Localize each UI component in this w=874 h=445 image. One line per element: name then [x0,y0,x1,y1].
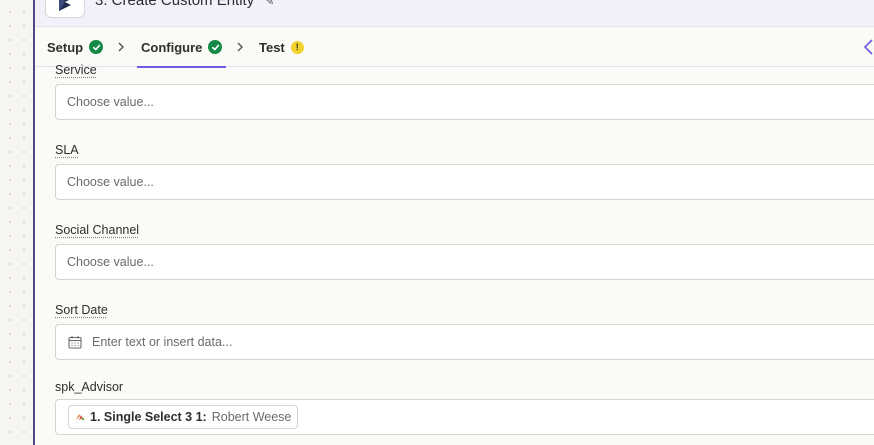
tab-test-label: Test [259,39,285,55]
field-label-sort-date: Sort Date [55,303,108,317]
data-pill-name: 1. Single Select 3 1: [90,410,207,424]
step-header: 3. Create Custom Entity ✎ [35,0,874,27]
service-select[interactable]: Choose value... [55,84,874,120]
app-logo-icon [76,414,85,420]
chevron-right-icon [118,42,124,52]
field-label-sla: SLA [55,143,79,157]
sort-date-placeholder: Enter text or insert data... [92,335,233,349]
social-channel-placeholder: Choose value... [67,255,154,269]
service-placeholder: Choose value... [67,95,154,109]
warning-circle-icon: ! [290,40,304,54]
check-circle-icon [89,40,104,54]
tab-configure-label: Configure [141,39,203,55]
tab-setup[interactable]: Setup [47,27,104,67]
social-channel-select[interactable]: Choose value... [55,244,874,280]
canvas-background [0,0,33,445]
pencil-icon[interactable]: ✎ [264,0,274,8]
calendar-icon [68,336,82,349]
dynamics-logo-icon [45,0,85,18]
field-label-service: Service [55,63,97,77]
sla-placeholder: Choose value... [67,175,154,189]
sort-date-input[interactable]: Enter text or insert data... [55,324,874,360]
sparkle-icon[interactable] [862,39,874,55]
check-circle-icon [208,40,223,54]
tab-configure[interactable]: Configure [136,27,227,68]
step-tabs: Setup Configure Test ! [35,27,874,68]
data-pill[interactable]: 1. Single Select 3 1: Robert Weese [68,405,299,429]
tab-test[interactable]: Test ! [259,27,304,67]
step-title-text: 3. Create Custom Entity [95,0,255,9]
field-label-spk-advisor: spk_Advisor [55,380,124,394]
field-label-social-channel: Social Channel [55,223,140,237]
spk-advisor-input[interactable]: 1. Single Select 3 1: Robert Weese [55,399,874,435]
chevron-right-icon [237,42,243,52]
data-pill-value: Robert Weese [211,410,292,424]
step-editor-panel: 3. Create Custom Entity ✎ Setup Configur… [35,0,874,445]
tab-setup-label: Setup [47,39,84,55]
step-title[interactable]: 3. Create Custom Entity ✎ [95,0,274,9]
sla-select[interactable]: Choose value... [55,164,874,200]
